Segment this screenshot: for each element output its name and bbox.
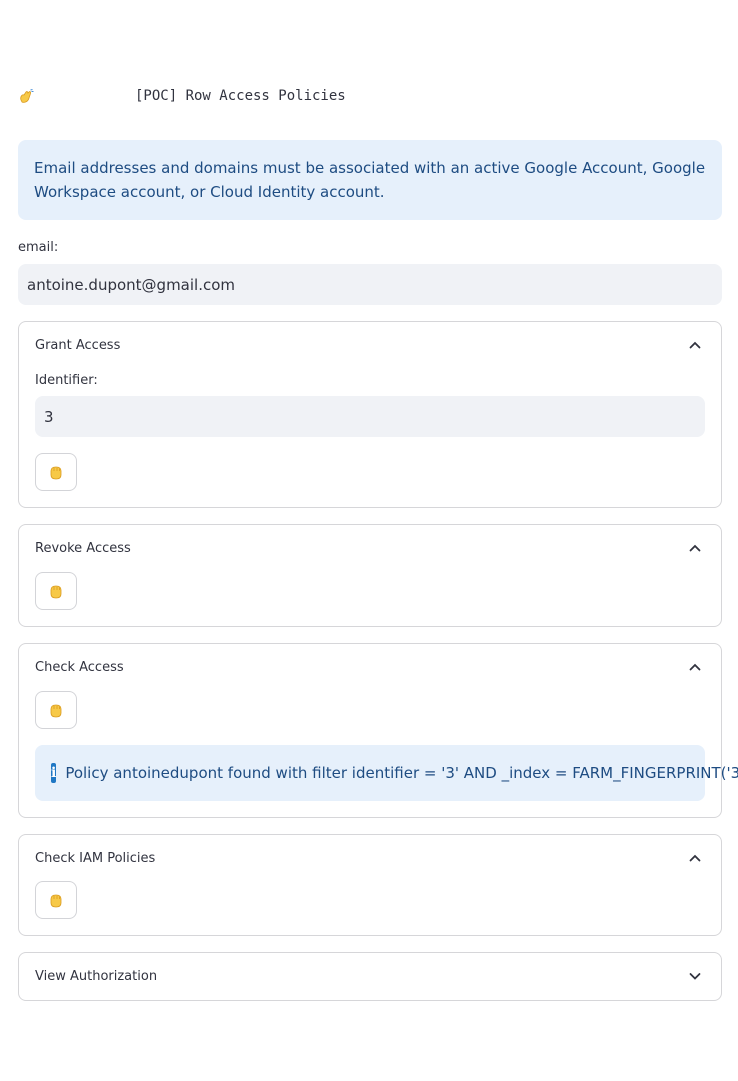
email-label: email: [18,240,59,255]
raised-fist-icon [50,704,62,718]
chevron-up-icon[interactable] [687,540,703,556]
page-title: [POC] Row Access Policies [135,88,346,104]
raised-fist-icon [50,894,62,908]
check-access-expander: Check Access i Policy antoinedupont foun… [18,643,738,818]
chevron-down-icon[interactable] [687,968,703,984]
revoke-access-header[interactable]: Revoke Access [35,541,131,556]
raised-fist-icon [50,466,62,480]
grant-access-button[interactable] [35,453,77,491]
check-iam-button[interactable] [35,881,77,919]
revoke-access-expander: Revoke Access [18,524,722,627]
view-authorization-expander[interactable]: View Authorization [18,952,722,1001]
check-iam-expander: Check IAM Policies [18,834,722,936]
check-access-button[interactable] [35,691,77,729]
waving-hand-icon [20,89,34,103]
chevron-up-icon[interactable] [687,337,703,353]
revoke-access-button[interactable] [35,572,77,610]
chevron-up-icon[interactable] [687,659,703,675]
check-access-header[interactable]: Check Access [35,660,124,675]
raised-fist-icon [50,585,62,599]
policy-info-alert: i Policy antoinedupont found with filter… [35,745,738,801]
email-field[interactable]: antoine.dupont@gmail.com [18,264,722,305]
info-banner: Email addresses and domains must be asso… [18,140,722,220]
view-authorization-header[interactable]: View Authorization [35,969,157,984]
page-header: [POC] Row Access Policies [18,86,346,108]
grant-access-expander: Grant Access Identifier: 3 [18,321,722,508]
identifier-field[interactable]: 3 [35,396,705,437]
grant-access-header[interactable]: Grant Access [35,338,120,353]
chevron-up-icon[interactable] [687,850,703,866]
identifier-label: Identifier: [35,373,98,388]
info-icon: i [51,763,57,783]
check-iam-header[interactable]: Check IAM Policies [35,851,155,866]
policy-info-text: Policy antoinedupont found with filter i… [65,764,738,782]
